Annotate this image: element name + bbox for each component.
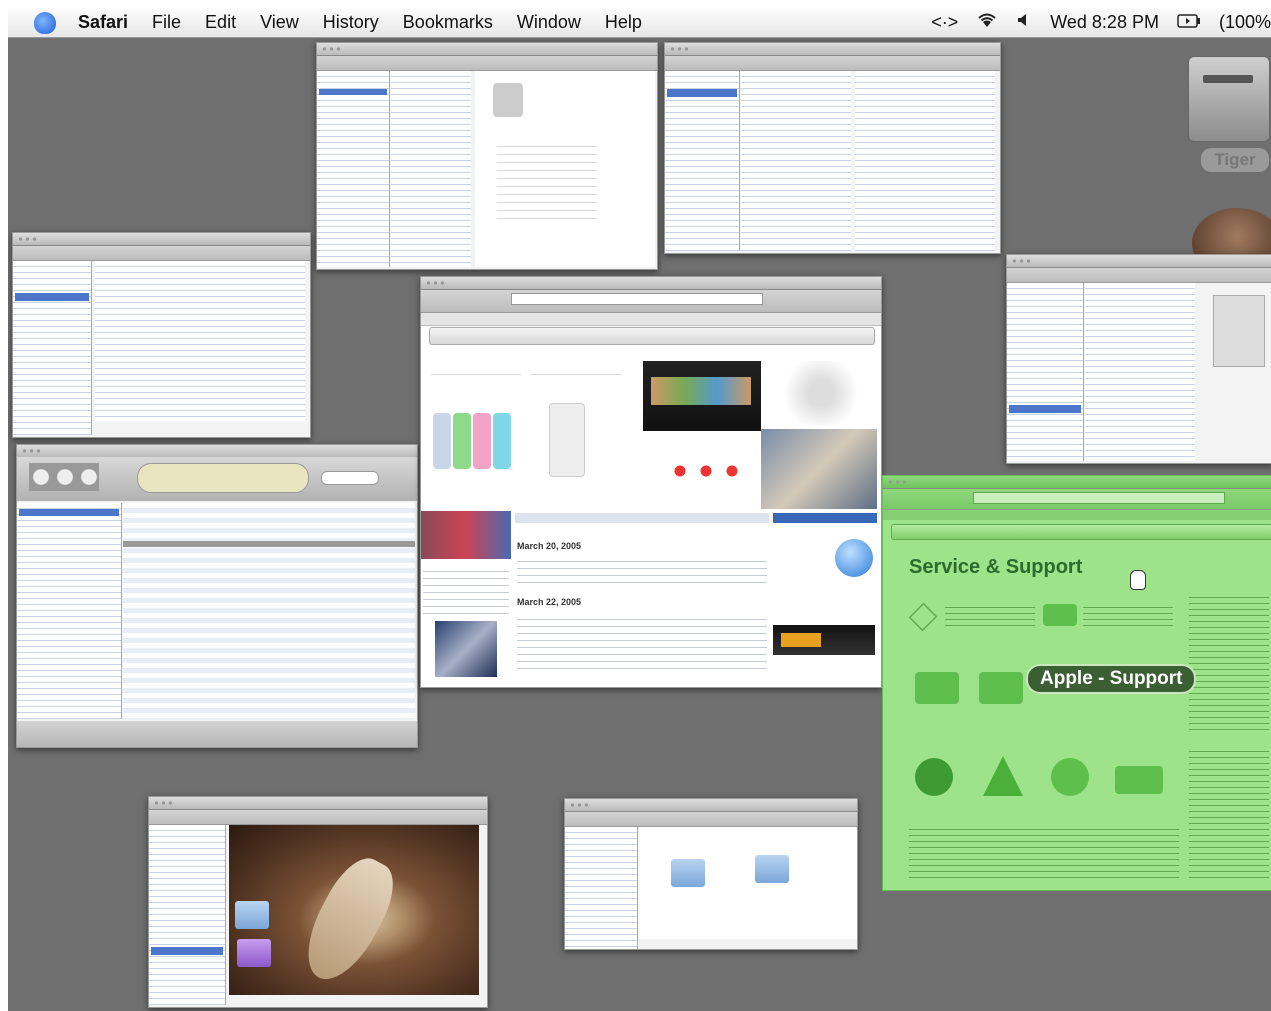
menu-bar: Safari File Edit View History Bookmarks … xyxy=(8,8,1271,38)
xcode-icon[interactable] xyxy=(983,756,1023,796)
menu-window[interactable]: Window xyxy=(517,12,581,33)
menu-edit[interactable]: Edit xyxy=(205,12,236,33)
artist-photo xyxy=(435,621,497,677)
x-logo xyxy=(908,602,938,632)
expose-desktop[interactable]: Tiger March 20, 2005 March 22, 2005 Serv… xyxy=(8,38,1271,1011)
folder-icon[interactable] xyxy=(755,855,789,883)
volume-icon[interactable] xyxy=(1016,12,1032,33)
menu-bookmarks[interactable]: Bookmarks xyxy=(403,12,493,33)
battery-icon[interactable] xyxy=(1177,12,1201,33)
menu-history[interactable]: History xyxy=(323,12,379,33)
apple-menu-icon[interactable] xyxy=(34,11,56,34)
ipod-mini-pink xyxy=(473,413,491,469)
bookmarks-bar xyxy=(421,313,881,326)
finder-window-moth-photo[interactable] xyxy=(148,796,488,1008)
ipod-mini-green xyxy=(453,413,471,469)
window-title-bar[interactable] xyxy=(317,43,657,56)
ipod-photo xyxy=(549,403,585,477)
menu-view[interactable]: View xyxy=(260,12,299,33)
finder-window-sites[interactable] xyxy=(12,232,311,438)
keyboard-icon[interactable] xyxy=(1115,766,1163,794)
support-heading: Service & Support xyxy=(909,556,1083,578)
finder-window-applications[interactable] xyxy=(664,42,1001,254)
window-title-bar[interactable] xyxy=(883,476,1271,489)
news-date-2: March 22, 2005 xyxy=(517,597,582,607)
script-menu-icon[interactable]: <·> xyxy=(931,12,958,33)
menu-help[interactable]: Help xyxy=(605,12,642,33)
song-list[interactable] xyxy=(123,503,415,719)
mouse-pointer xyxy=(1130,570,1146,590)
contact-photo xyxy=(493,83,523,117)
window-title-bar[interactable] xyxy=(565,799,857,812)
window-title-bar[interactable] xyxy=(1007,255,1271,268)
nab-banner[interactable] xyxy=(773,625,875,655)
finder-window-folders[interactable] xyxy=(564,798,858,950)
battery-percent: (100% xyxy=(1218,12,1271,32)
drive-label[interactable]: Tiger xyxy=(1201,148,1269,172)
product-icon-ipod[interactable] xyxy=(979,672,1023,704)
menu-app-name[interactable]: Safari xyxy=(78,12,128,33)
ipod-mini-blue xyxy=(433,413,451,469)
folder-icon[interactable] xyxy=(671,859,705,887)
quicktime-icon[interactable] xyxy=(1051,758,1089,796)
safari-apple-window[interactable]: March 20, 2005 March 22, 2005 xyxy=(420,276,882,688)
address-book-window[interactable] xyxy=(316,42,658,270)
window-title-bar[interactable] xyxy=(149,797,487,810)
now-playing-display xyxy=(137,463,309,493)
menu-file[interactable]: File xyxy=(152,12,181,33)
ipod-shuffle-ad[interactable] xyxy=(643,361,761,431)
itunes-window[interactable] xyxy=(16,444,418,748)
folder-icon[interactable] xyxy=(235,901,269,929)
news-date-1: March 20, 2005 xyxy=(517,541,582,551)
window-title-bar[interactable] xyxy=(665,43,1000,56)
window-title-tooltip: Apple - Support xyxy=(1026,664,1197,694)
mac-os-x-icon[interactable] xyxy=(915,758,953,796)
ipod-mini-teal xyxy=(493,413,511,469)
hard-drive-icon[interactable] xyxy=(1188,56,1270,142)
dashboard-widget-icon xyxy=(835,539,873,577)
finder-window-pictures[interactable] xyxy=(1006,254,1271,464)
image-preview xyxy=(1213,295,1265,367)
playback-controls[interactable] xyxy=(29,463,99,491)
pepsi-promo-icons xyxy=(667,459,747,483)
window-title-bar[interactable] xyxy=(13,233,310,246)
menu-extras: <·> Wed 8:28 PM (100% xyxy=(931,12,1271,33)
symposium-graphic xyxy=(767,361,875,425)
folder-icon-purple[interactable] xyxy=(237,939,271,967)
window-title-bar[interactable] xyxy=(421,277,881,290)
music-album-promo[interactable] xyxy=(421,511,511,559)
search-field[interactable] xyxy=(321,471,379,485)
address-bar[interactable] xyxy=(973,492,1225,504)
lab-photo xyxy=(761,429,877,509)
apple-nav-tabs[interactable] xyxy=(891,524,1271,540)
menu-clock[interactable]: Wed 8:28 PM xyxy=(1050,12,1159,33)
wifi-icon[interactable] xyxy=(976,12,998,33)
rss-badge[interactable] xyxy=(1043,604,1077,626)
product-icon-imac[interactable] xyxy=(915,672,959,704)
apple-nav-tabs[interactable] xyxy=(429,327,875,345)
address-bar[interactable] xyxy=(511,293,763,305)
